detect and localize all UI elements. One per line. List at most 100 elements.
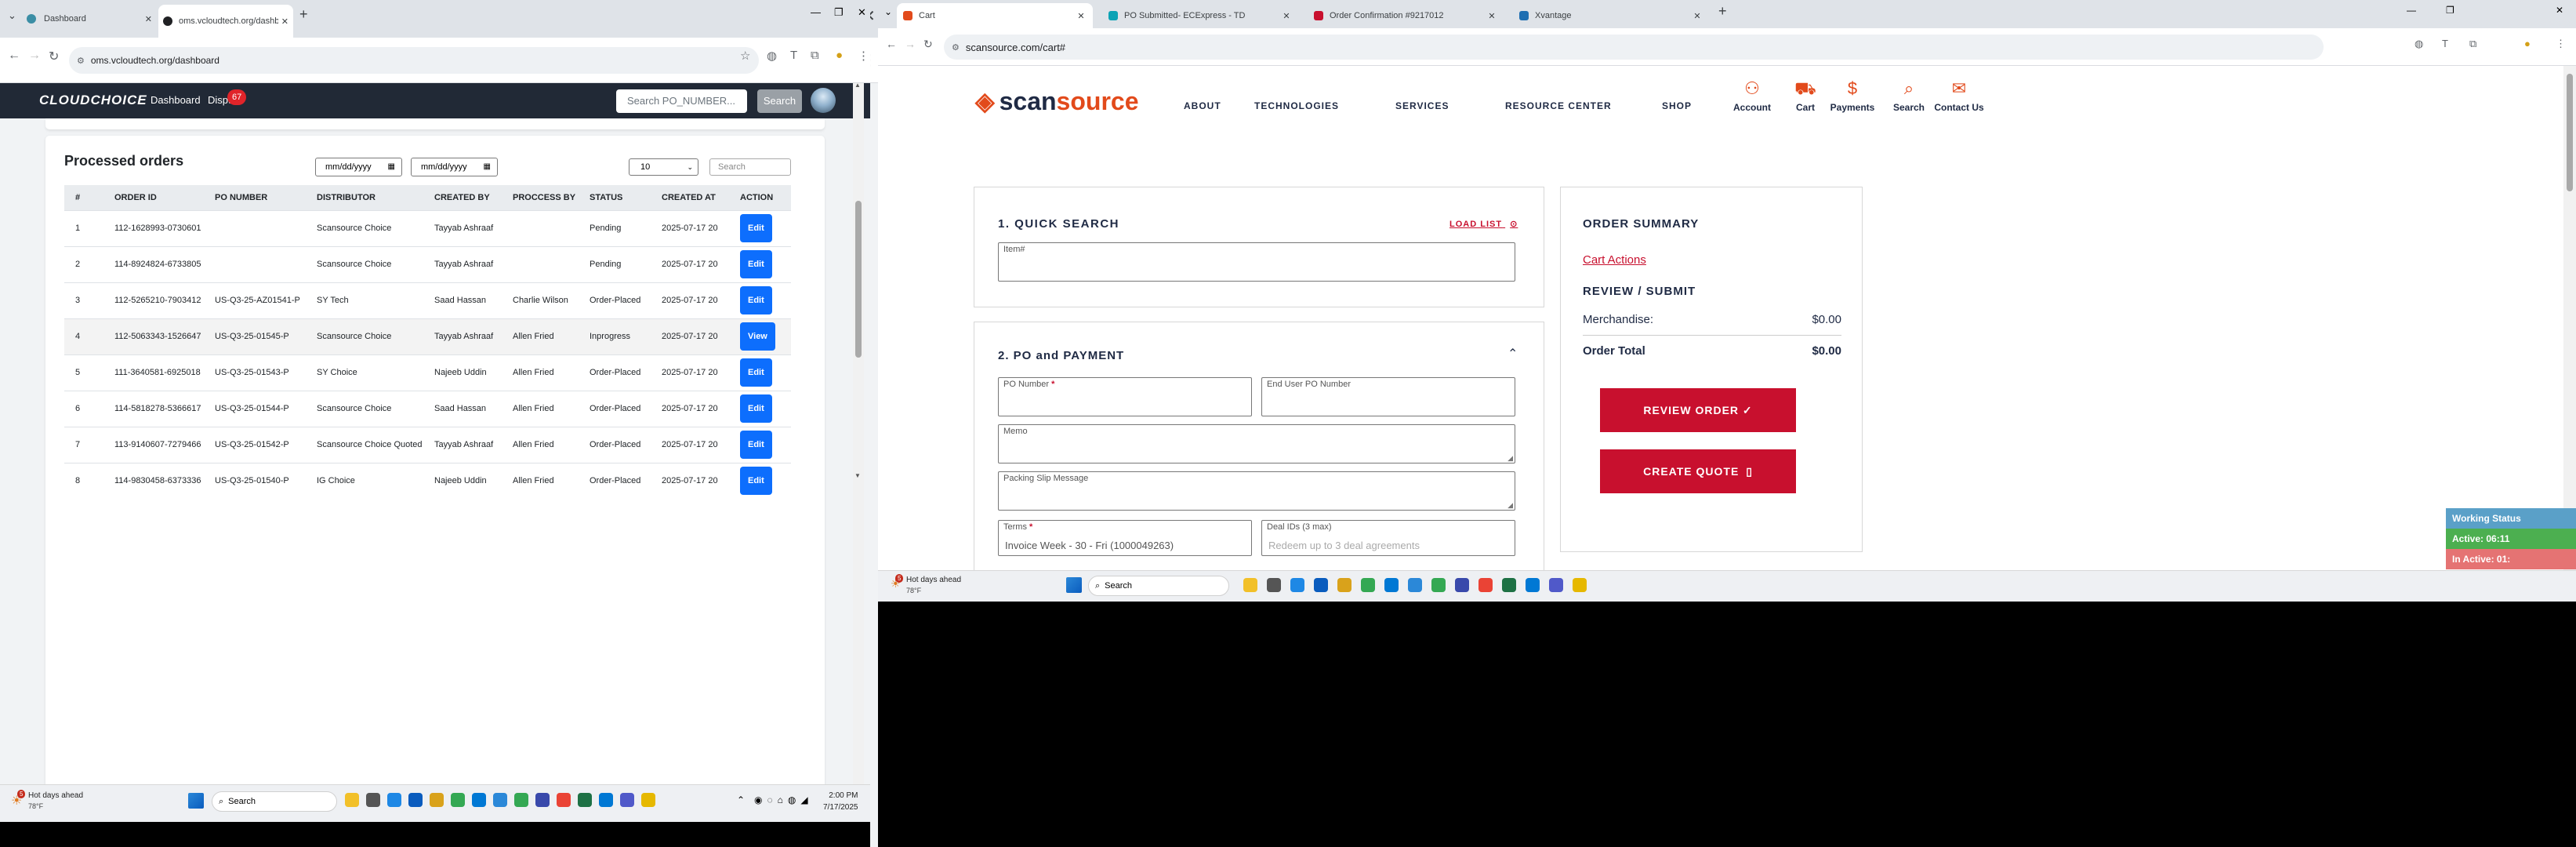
taskbar-app-icon[interactable] xyxy=(1549,578,1563,592)
edit-button[interactable]: Edit xyxy=(740,250,772,278)
taskbar-app-icon[interactable] xyxy=(451,793,465,807)
puzzle-icon[interactable]: ⧉ xyxy=(811,49,819,62)
taskbar-app-icon[interactable] xyxy=(493,793,507,807)
taskbar-app-icon[interactable] xyxy=(1314,578,1328,592)
menu-icon[interactable]: ⋮ xyxy=(2556,38,2566,50)
address-bar[interactable]: ⚙ oms.vcloudtech.org/dashboard xyxy=(69,47,759,74)
review-order-button[interactable]: REVIEW ORDER ✓ xyxy=(1600,388,1796,432)
collapse-chevron-icon[interactable]: ⌃ xyxy=(1508,346,1518,362)
new-tab-button[interactable]: + xyxy=(299,6,308,23)
close-tab-icon[interactable]: ✕ xyxy=(1692,11,1703,21)
po-search-input[interactable]: Search PO_NUMBER... xyxy=(616,89,747,113)
taskbar-app-icon[interactable] xyxy=(1408,578,1422,592)
taskbar-app-icon[interactable] xyxy=(1361,578,1375,592)
back-icon[interactable]: ← xyxy=(8,49,20,63)
taskbar-app-icon[interactable] xyxy=(620,793,634,807)
tab-oms-dashboard[interactable]: oms.vcloudtech.org/dashboard ✕ xyxy=(158,5,293,38)
header-payments-link[interactable]: $ Payments xyxy=(1825,78,1880,113)
edit-button[interactable]: Edit xyxy=(740,358,772,387)
extension-icon[interactable]: ◍ xyxy=(767,49,777,63)
deal-ids-field[interactable]: Deal IDs (3 max) Redeem up to 3 deal agr… xyxy=(1261,520,1515,556)
address-bar[interactable]: ⚙ scansource.com/cart# xyxy=(944,35,2324,60)
taskbar-app-icon[interactable] xyxy=(1337,578,1351,592)
taskbar-app-icon[interactable] xyxy=(1478,578,1493,592)
taskbar-app-icon[interactable] xyxy=(1502,578,1516,592)
site-info-icon[interactable]: ⚙ xyxy=(77,56,85,66)
close-tab-icon[interactable]: ✕ xyxy=(145,14,152,24)
taskbar-app-icon[interactable] xyxy=(514,793,528,807)
taskbar-app-icon[interactable] xyxy=(408,793,423,807)
taskbar-app-icon[interactable] xyxy=(345,793,359,807)
taskbar-app-icon[interactable] xyxy=(535,793,550,807)
resize-handle-icon[interactable]: ◢ xyxy=(1508,501,1513,510)
scrollbar-thumb[interactable] xyxy=(2567,74,2573,191)
right-scrollbar[interactable] xyxy=(2563,66,2576,570)
bookmark-star-icon[interactable]: ☆ xyxy=(740,49,750,63)
close-window-icon[interactable]: ✕ xyxy=(2556,5,2563,16)
taskbar-app-icon[interactable] xyxy=(1573,578,1587,592)
scroll-up-icon[interactable]: ▲ xyxy=(854,83,861,89)
taskbar-app-icon[interactable] xyxy=(387,793,401,807)
resize-handle-icon[interactable]: ◢ xyxy=(1508,454,1513,463)
edit-button[interactable]: Edit xyxy=(740,467,772,496)
date-to-input[interactable]: mm/dd/yyyy ▦ xyxy=(411,158,498,176)
taskbar-app-icon[interactable] xyxy=(599,793,613,807)
item-number-field[interactable]: Item# xyxy=(998,242,1515,282)
nav-about[interactable]: ABOUT xyxy=(1184,100,1221,111)
close-tab-icon[interactable]: ✕ xyxy=(1281,11,1292,21)
close-tab-icon[interactable]: ✕ xyxy=(281,16,288,27)
terms-select[interactable]: Terms * Invoice Week - 30 - Fri (1000049… xyxy=(998,520,1252,556)
header-account-link[interactable]: ⚇ Account xyxy=(1725,78,1780,113)
extension-icon[interactable]: ◍ xyxy=(2415,38,2423,50)
site-info-icon[interactable]: ⚙ xyxy=(952,42,960,53)
taskbar-app-icon[interactable] xyxy=(1243,578,1257,592)
tab-cart[interactable]: Cart ✕ xyxy=(897,3,1093,28)
nav-technologies[interactable]: TECHNOLOGIES xyxy=(1254,100,1339,111)
taskbar-app-icon[interactable] xyxy=(1267,578,1281,592)
edit-button[interactable]: Edit xyxy=(740,214,772,242)
text-icon[interactable]: T xyxy=(2442,38,2448,49)
nav-shop[interactable]: SHOP xyxy=(1662,100,1692,111)
tab-search-chevron-icon[interactable]: ⌄ xyxy=(884,6,892,17)
tab-po-submitted[interactable]: PO Submitted- ECExpress - TD ✕ xyxy=(1102,3,1298,28)
forward-icon[interactable]: → xyxy=(28,49,41,63)
tab-order-confirmation[interactable]: Order Confirmation #9217012 ✕ xyxy=(1308,3,1504,28)
page-scrollbar[interactable]: ▲ ▼ xyxy=(853,83,864,797)
user-avatar[interactable] xyxy=(811,88,836,113)
minimize-icon[interactable]: — xyxy=(811,6,821,18)
tab-dashboard[interactable]: Dashboard ✕ xyxy=(22,6,157,31)
table-search-input[interactable]: Search xyxy=(709,158,791,176)
edit-button[interactable]: Edit xyxy=(740,394,772,423)
close-window-icon[interactable]: ✕ xyxy=(858,6,866,19)
view-button[interactable]: View xyxy=(740,322,775,351)
packing-slip-field[interactable]: Packing Slip Message ◢ xyxy=(998,471,1515,511)
po-search-button[interactable]: Search xyxy=(757,89,802,113)
taskbar-app-icon[interactable] xyxy=(1290,578,1304,592)
scroll-down-icon[interactable]: ▼ xyxy=(854,472,861,479)
taskbar-app-icon[interactable] xyxy=(366,793,380,807)
taskbar-search[interactable]: ⌕ Search xyxy=(212,791,337,812)
edit-button[interactable]: Edit xyxy=(740,286,772,314)
windows-start-icon[interactable] xyxy=(188,793,204,809)
taskbar-app-icon[interactable] xyxy=(1431,578,1446,592)
reload-icon[interactable]: ↻ xyxy=(923,38,933,51)
po-number-field[interactable]: PO Number * xyxy=(998,377,1252,416)
calendar-icon[interactable]: ▦ xyxy=(484,158,491,176)
weather-title[interactable]: Hot days ahead xyxy=(28,791,83,800)
back-icon[interactable]: ← xyxy=(886,38,897,50)
clock[interactable]: 2:00 PM 7/17/2025 xyxy=(823,790,858,813)
close-tab-icon[interactable]: ✕ xyxy=(1486,11,1497,21)
header-search-link[interactable]: ⌕ Search xyxy=(1881,78,1936,113)
taskbar-search[interactable]: ⌕ Search xyxy=(1088,576,1229,596)
taskbar-app-icon[interactable] xyxy=(1526,578,1540,592)
taskbar-app-icon[interactable] xyxy=(1455,578,1469,592)
header-contact-us-link[interactable]: ✉ Contact Us xyxy=(1932,78,1986,113)
page-size-select[interactable]: 10 ⌄ xyxy=(629,158,698,176)
memo-field[interactable]: Memo ◢ xyxy=(998,424,1515,463)
taskbar-app-icon[interactable] xyxy=(1384,578,1399,592)
reload-icon[interactable]: ↻ xyxy=(49,49,59,64)
weather-title[interactable]: Hot days ahead xyxy=(906,576,961,584)
taskbar-app-icon[interactable] xyxy=(557,793,571,807)
nav-resource-center[interactable]: RESOURCE CENTER xyxy=(1505,100,1612,111)
taskbar-app-icon[interactable] xyxy=(430,793,444,807)
